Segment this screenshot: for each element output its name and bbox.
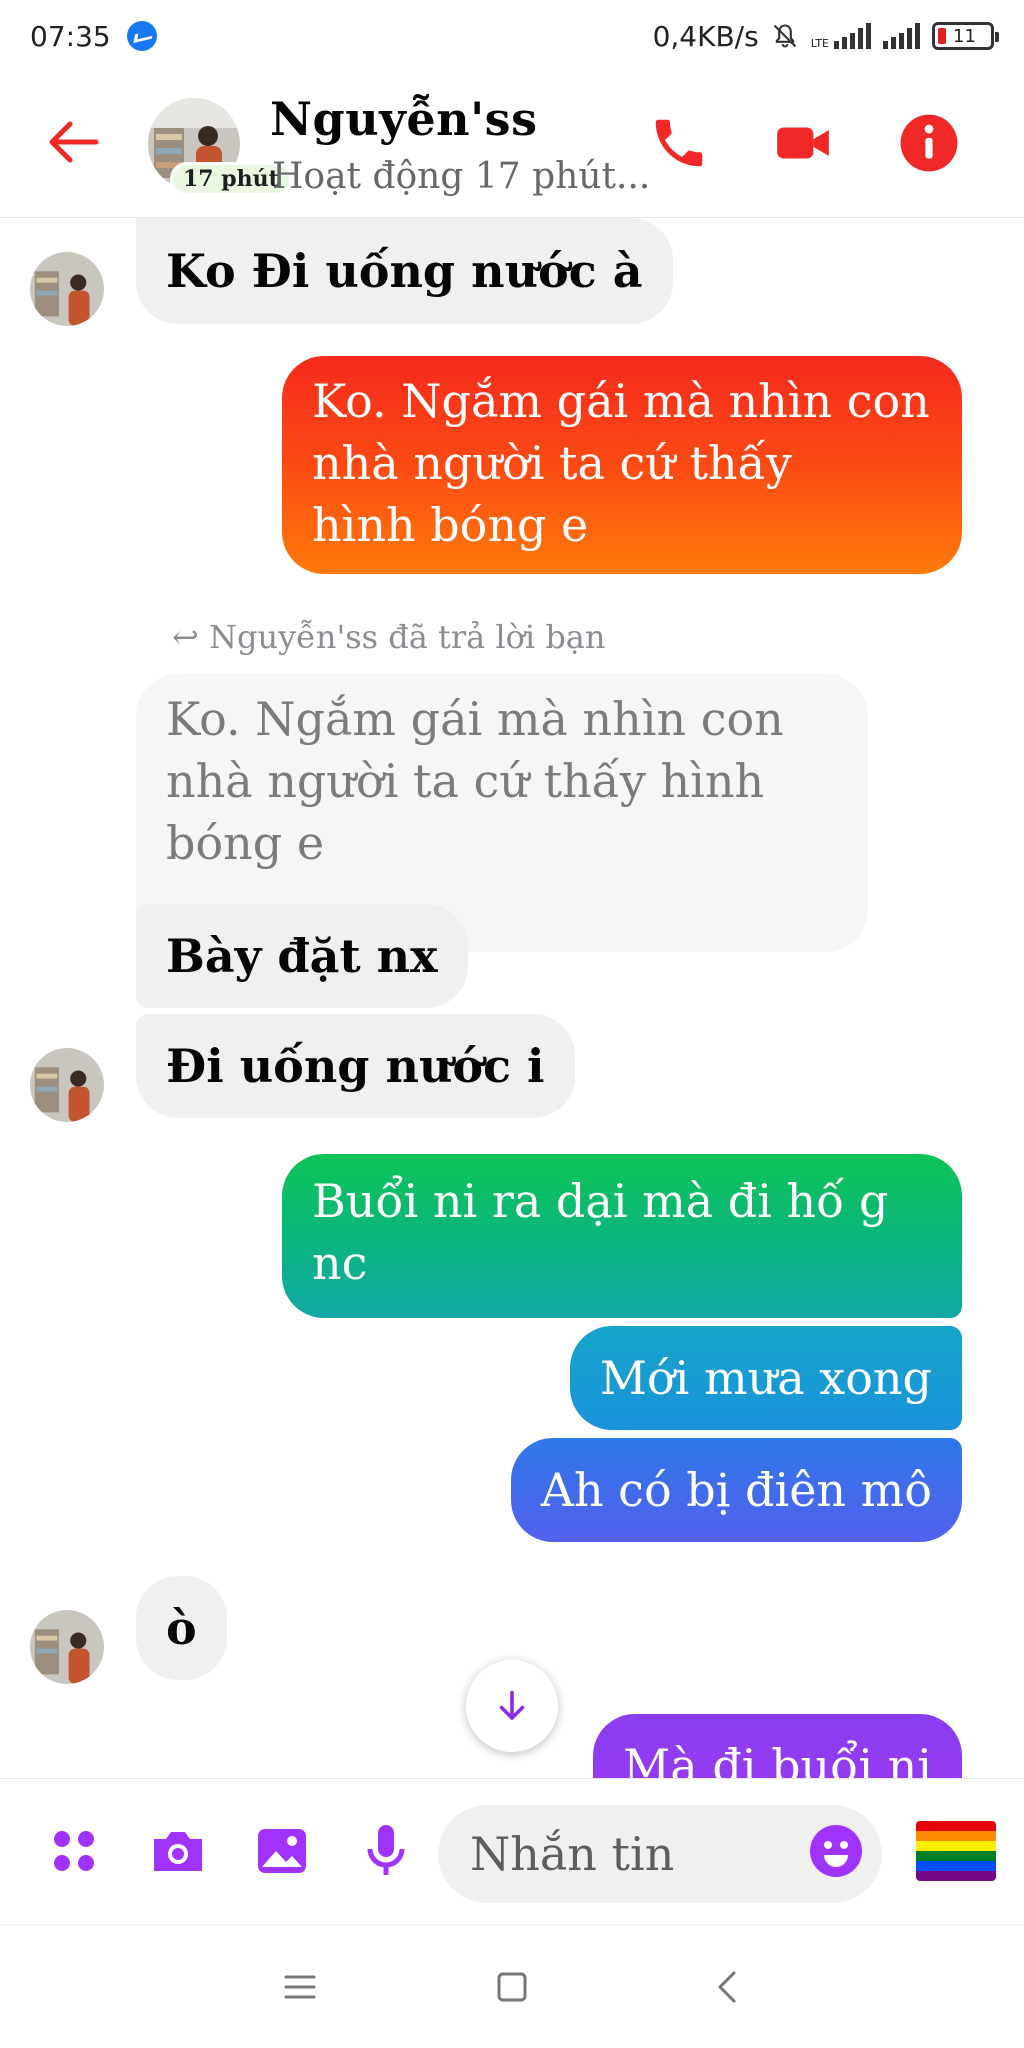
home-square-icon[interactable] [490,1965,534,2009]
status-bar: 07:35 0,4KB/s LTE 11 [0,0,1024,72]
arrow-down-icon [499,1690,525,1720]
message-list[interactable]: Ko Đi uống nước à Ko. Ngắm gái mà nhìn c… [0,218,1024,1778]
outgoing-message[interactable]: Mà đi buổi ni [593,1714,962,1778]
incoming-message[interactable]: Ko Đi uống nước à [136,218,673,324]
mute-bell-icon [771,22,799,50]
incoming-message[interactable]: ò [136,1576,227,1680]
more-actions-icon[interactable] [42,1819,106,1883]
status-time: 07:35 [30,19,111,53]
status-right: 0,4KB/s LTE 11 [652,19,999,53]
lte-signal-icon: LTE [811,23,871,49]
battery-icon: 11 [932,22,999,50]
chat-header: 17 phút Nguyễn'ss Hoạt động 17 phút... [0,72,1024,218]
reply-indicator: ↩ Nguyễn'ss đã trả lời bạn [172,618,605,656]
message-composer: Nhắn tin [0,1778,1024,1924]
microphone-icon[interactable] [354,1819,418,1883]
quoted-line: bóng e [166,816,325,870]
menu-icon[interactable] [278,1965,322,2009]
contact-name[interactable]: Nguyễn'ss [270,92,537,146]
system-nav-bar [0,1924,1024,2048]
video-call-icon[interactable] [772,112,834,174]
phone-call-icon[interactable] [648,112,710,174]
contact-activity-status: Hoạt động 17 phút... [272,156,651,197]
sender-avatar[interactable] [30,1610,104,1684]
back-arrow-icon[interactable] [44,114,100,170]
camera-icon[interactable] [146,1819,210,1883]
quoted-line: Ko. Ngắm gái mà nhìn con [166,692,784,746]
emoji-icon[interactable] [808,1823,864,1879]
rainbow-flag-icon[interactable] [916,1821,996,1881]
network-speed: 0,4KB/s [652,19,759,53]
reply-note-text: Nguyễn'ss đã trả lời bạn [208,618,606,656]
back-chevron-icon[interactable] [706,1965,750,2009]
sender-avatar[interactable] [30,1048,104,1122]
signal-icon [883,23,920,49]
incoming-message[interactable]: Bày đặt nx [136,904,468,1008]
message-line: Buổi ni ra dại mà đi hố g [312,1174,889,1228]
outgoing-message[interactable]: Mới mưa xong [569,1326,962,1430]
outgoing-message[interactable]: Ko. Ngắm gái mà nhìn con nhà người ta cứ… [282,356,962,574]
reply-arrow-icon: ↩ [172,618,199,656]
incoming-message[interactable]: Đi uống nước i [136,1014,575,1118]
message-line: Ko. Ngắm gái mà nhìn con [312,374,930,428]
message-line: nc [312,1236,368,1290]
messenger-notification-icon [126,21,157,51]
message-line: hình bóng e [312,498,589,552]
message-line: nhà người ta cứ thấy [312,436,792,490]
info-icon[interactable] [898,112,960,174]
gallery-icon[interactable] [250,1819,314,1883]
scroll-to-bottom-button[interactable] [466,1660,558,1752]
outgoing-message[interactable]: Ah có bị điên mô [510,1438,962,1542]
sender-avatar[interactable] [30,252,104,326]
quoted-line: nhà người ta cứ thấy hình [166,754,765,808]
outgoing-message[interactable]: Buổi ni ra dại mà đi hố g nc [282,1154,962,1318]
